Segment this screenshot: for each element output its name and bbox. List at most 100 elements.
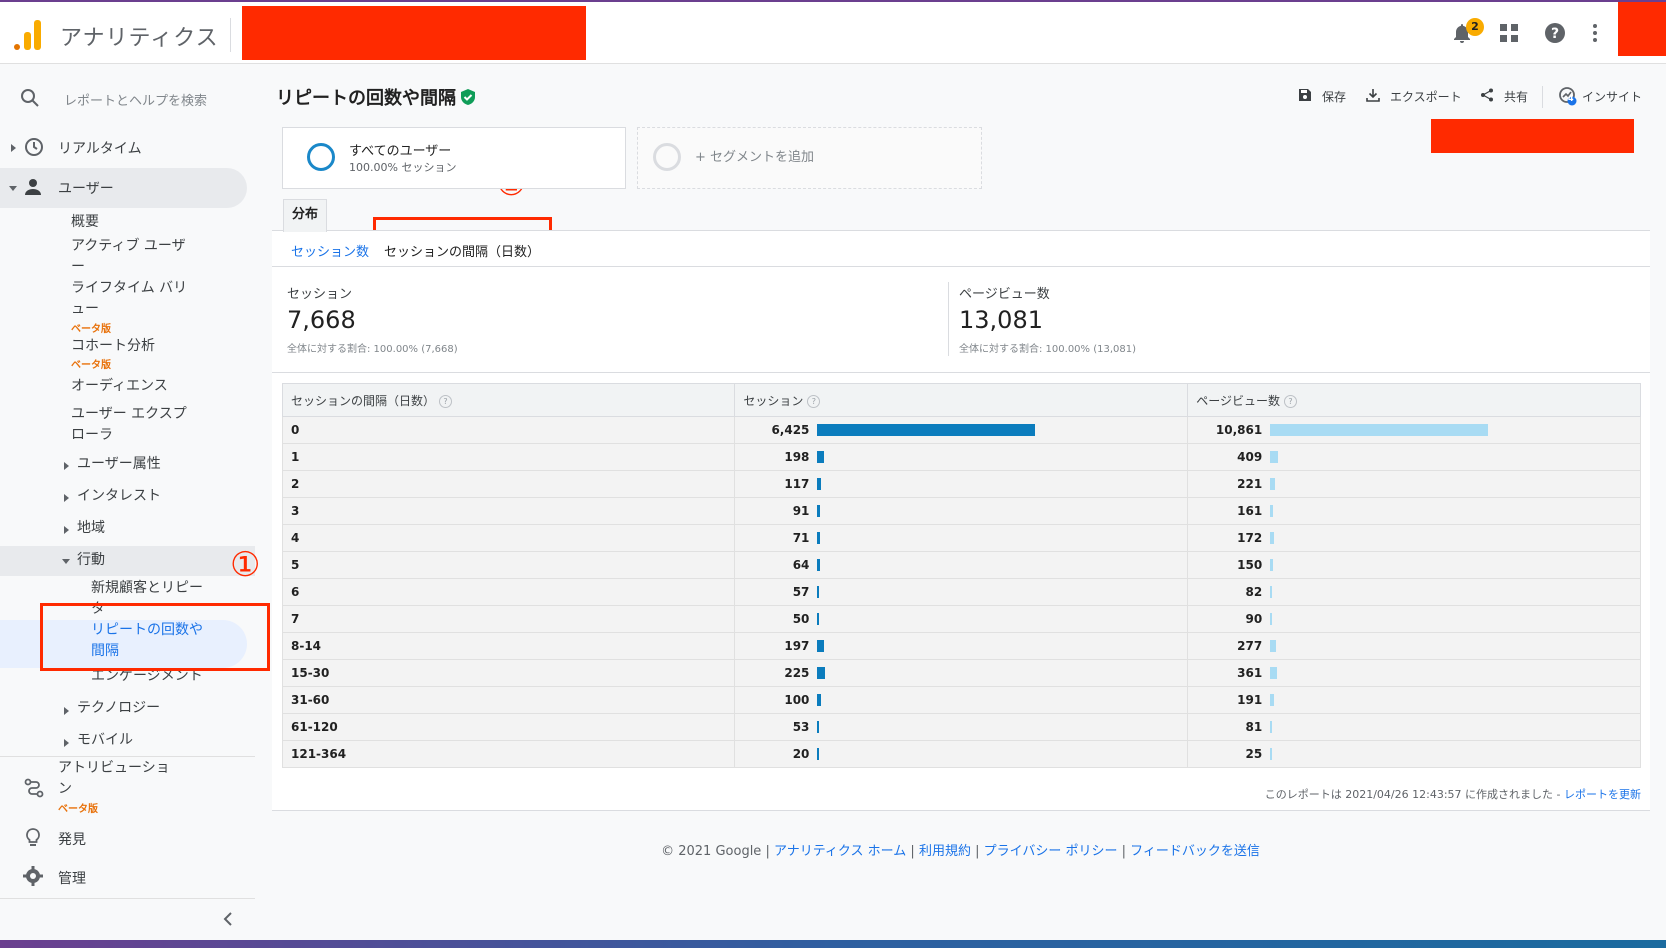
cell-sessions: 50 xyxy=(734,605,1189,633)
collapse-behavior-icon[interactable] xyxy=(62,559,70,564)
cell-sessions: 117 xyxy=(734,470,1189,498)
sidebar-item-lifetime-line2: ュー xyxy=(71,301,99,317)
sidebar-item-admin[interactable]: 管理 xyxy=(58,868,86,888)
tab-distribution[interactable]: 分布 xyxy=(283,199,327,232)
sidebar-item-interests[interactable]: インタレスト xyxy=(77,486,161,507)
column-header-interval[interactable]: セッションの間隔（日数）? xyxy=(281,383,736,417)
sidebar-item-attribution-line2: ン xyxy=(58,781,72,797)
sidebar-item-users[interactable]: ユーザー xyxy=(58,178,114,198)
subtab-days-since-last[interactable]: セッションの間隔（日数） xyxy=(384,241,540,260)
sidebar-item-attribution-line1: アトリビューショ xyxy=(58,760,170,776)
pageviews-bar xyxy=(1270,586,1272,598)
sidebar-item-lifetime-value[interactable]: ライフタイム バリ ュー xyxy=(71,278,187,320)
cell-interval: 4 xyxy=(281,524,736,552)
pageviews-value: 361 xyxy=(1237,666,1263,680)
sessions-value: 197 xyxy=(784,639,810,653)
sidebar-item-user-attributes[interactable]: ユーザー属性 xyxy=(77,454,161,475)
sidebar-item-geo[interactable]: 地域 xyxy=(77,518,105,539)
distribution-table: セッションの間隔（日数）? セッション? ページビュー数? 0 6,425 10,8… xyxy=(281,383,1641,768)
expand-interests-icon[interactable] xyxy=(64,494,69,502)
sessions-bar xyxy=(817,559,820,571)
column-header-sessions-label: セッション xyxy=(743,393,804,408)
verified-shield-icon xyxy=(461,89,475,105)
segment-all-users[interactable]: すべてのユーザー 100.00% セッション xyxy=(282,127,626,189)
sidebar: レポートとヘルプを検索 リアルタイム ユーザー 概要 アクティブ ユーザ ー ラ… xyxy=(0,64,255,926)
footer-sep: | xyxy=(1117,844,1131,859)
table-row: 4 71 172 xyxy=(281,524,1641,552)
pageviews-bar xyxy=(1270,721,1272,733)
cell-pageviews: 150 xyxy=(1187,551,1641,579)
sessions-value: 117 xyxy=(784,477,810,491)
cell-pageviews: 191 xyxy=(1187,686,1641,714)
footer-link-privacy[interactable]: プライバシー ポリシー xyxy=(984,844,1118,859)
cell-pageviews: 81 xyxy=(1187,713,1641,741)
cell-pageviews: 82 xyxy=(1187,578,1641,606)
metric-sessions-value: 7,668 xyxy=(287,306,356,334)
add-segment-button[interactable]: + セグメントを追加 xyxy=(637,127,982,189)
column-header-pageviews[interactable]: ページビュー数? xyxy=(1187,383,1641,417)
subtab-session-count[interactable]: セッション数 xyxy=(291,241,369,260)
footer-link-home[interactable]: アナリティクス ホーム xyxy=(774,844,906,859)
analytics-logo-icon[interactable] xyxy=(14,18,42,50)
pageviews-bar xyxy=(1270,532,1274,544)
cell-pageviews: 90 xyxy=(1187,605,1641,633)
sidebar-item-audience[interactable]: オーディエンス xyxy=(71,376,168,397)
export-label: エクスポート xyxy=(1390,90,1462,104)
share-icon xyxy=(1481,88,1493,102)
help-icon[interactable]: ? xyxy=(1283,394,1297,408)
table-row: 8-14 197 277 xyxy=(281,632,1641,660)
collapse-sidebar-icon[interactable] xyxy=(222,912,234,926)
sidebar-item-realtime[interactable]: リアルタイム xyxy=(58,138,142,158)
beta-badge: ベータ版 xyxy=(71,324,111,335)
sessions-bar xyxy=(817,748,819,760)
pageviews-bar xyxy=(1270,613,1272,625)
cell-interval: 121-364 xyxy=(281,740,736,768)
sessions-bar xyxy=(817,424,1036,436)
cell-interval: 5 xyxy=(281,551,736,579)
sessions-bar xyxy=(817,613,820,625)
apps-grid-icon[interactable] xyxy=(1500,24,1518,42)
sidebar-item-overview[interactable]: 概要 xyxy=(71,212,99,233)
sessions-value: 6,425 xyxy=(771,423,810,437)
expand-technology-icon[interactable] xyxy=(64,707,69,715)
column-header-sessions[interactable]: セッション? xyxy=(734,383,1189,417)
more-vert-icon[interactable] xyxy=(1592,24,1598,42)
sidebar-item-mobile[interactable]: モバイル xyxy=(77,730,133,751)
expand-realtime-icon[interactable] xyxy=(11,144,16,152)
pageviews-value: 150 xyxy=(1237,558,1263,572)
sidebar-item-technology[interactable]: テクノロジー xyxy=(77,698,160,719)
share-label: 共有 xyxy=(1504,90,1529,104)
notification-badge: 2 xyxy=(1466,18,1484,36)
expand-attributes-icon[interactable] xyxy=(64,462,69,470)
sidebar-search[interactable]: レポートとヘルプを検索 xyxy=(0,78,255,118)
svg-text:?: ? xyxy=(1551,26,1559,42)
sidebar-item-discover[interactable]: 発見 xyxy=(58,829,86,849)
sidebar-item-new-returning-line1: 新規顧客とリピー xyxy=(91,580,203,596)
sessions-bar xyxy=(817,505,821,517)
insights-label: インサイト xyxy=(1582,90,1643,104)
sidebar-item-behavior[interactable]: 行動 xyxy=(77,550,105,571)
footer-link-terms[interactable]: 利用規約 xyxy=(919,844,971,859)
annotation-box-1 xyxy=(40,603,270,671)
pageviews-value: 25 xyxy=(1245,747,1263,761)
help-icon[interactable]: ? xyxy=(1544,22,1566,44)
pageviews-bar xyxy=(1270,505,1274,517)
collapse-users-icon[interactable] xyxy=(9,186,17,191)
expand-mobile-icon[interactable] xyxy=(64,739,69,747)
pageviews-value: 409 xyxy=(1237,450,1263,464)
sessions-value: 100 xyxy=(784,693,810,707)
sidebar-item-explorer-line2: ローラ xyxy=(71,427,113,443)
sessions-bar xyxy=(817,667,826,679)
sidebar-item-active-users-line2: ー xyxy=(71,259,85,275)
expand-geo-icon[interactable] xyxy=(64,526,69,534)
sidebar-item-active-users[interactable]: アクティブ ユーザ ー xyxy=(71,236,186,278)
sidebar-item-user-explorer[interactable]: ユーザー エクスプ ローラ xyxy=(71,404,187,446)
sidebar-item-cohort[interactable]: コホート分析 xyxy=(71,336,155,357)
help-icon[interactable]: ? xyxy=(807,394,821,408)
add-segment-circle-icon xyxy=(653,143,681,171)
footer-link-feedback[interactable]: フィードバックを送信 xyxy=(1130,844,1260,859)
cell-interval: 7 xyxy=(281,605,736,633)
sidebar-item-attribution[interactable]: アトリビューショ ン xyxy=(58,758,170,800)
refresh-report-link[interactable]: レポートを更新 xyxy=(1564,788,1641,801)
help-icon[interactable]: ? xyxy=(439,394,453,408)
